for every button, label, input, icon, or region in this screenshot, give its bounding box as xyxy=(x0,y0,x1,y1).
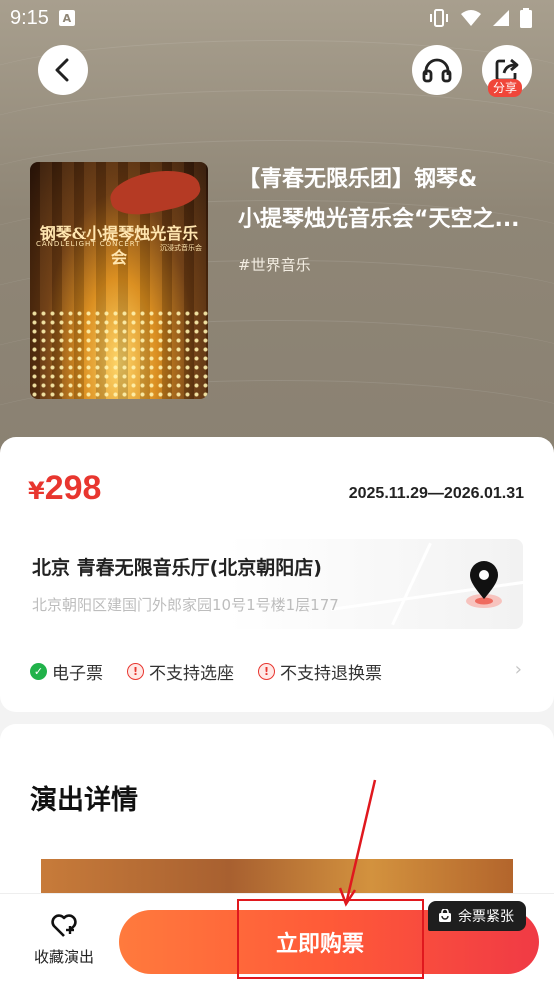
poster-subtitle-cn: 沉浸式音乐会 xyxy=(160,244,202,252)
venue-name: 北京 青春无限音乐厅(北京朝阳店) xyxy=(32,557,322,579)
headphones-icon xyxy=(422,58,452,83)
tag-e-ticket: ✓ 电子票 xyxy=(30,659,103,684)
poster-candles xyxy=(30,309,208,399)
shopping-bag-icon xyxy=(439,909,451,922)
ticket-tags[interactable]: ✓ 电子票 ! 不支持选座 ! 不支持退换票 xyxy=(30,659,406,684)
status-bar: 9:15 A xyxy=(0,0,554,36)
tag-no-seat-selection: ! 不支持选座 xyxy=(127,659,234,684)
scarcity-badge: 余票紧张 xyxy=(428,901,526,931)
annotation-highlight-box xyxy=(237,899,424,979)
exclamation-icon: ! xyxy=(127,663,144,680)
tag-no-refund: ! 不支持退换票 xyxy=(258,659,382,684)
info-card: ¥298 2025.11.29—2026.01.31 北京 青春无限音乐厅(北京… xyxy=(0,437,554,712)
venue-address: 北京朝阳区建国门外郎家园10号1号楼1层177 xyxy=(32,596,339,614)
scarcity-label: 余票紧张 xyxy=(458,909,514,925)
chevron-right-icon[interactable]: › xyxy=(515,659,522,680)
share-badge: 分享 xyxy=(488,79,523,97)
favorite-button[interactable]: 收藏演出 xyxy=(26,914,102,967)
show-poster[interactable]: 钢琴&小提琴烛光音乐会 CANDLELIGHT CONCERT 沉浸式音乐会 xyxy=(30,162,208,399)
signal-icon xyxy=(493,10,509,26)
price: ¥298 xyxy=(28,469,101,508)
annotation-arrow-icon xyxy=(338,779,377,907)
audio-button[interactable] xyxy=(412,45,462,95)
back-button[interactable] xyxy=(38,45,88,95)
date-range: 2025.11.29—2026.01.31 xyxy=(348,485,524,502)
check-icon: ✓ xyxy=(30,663,47,680)
price-symbol: ¥ xyxy=(28,477,45,505)
tag-label: 不支持选座 xyxy=(149,664,234,684)
heart-plus-icon xyxy=(51,914,77,937)
vibrate-icon xyxy=(430,9,448,27)
show-title-line-2: 小提琴烛光音乐会“天空之... xyxy=(238,207,520,232)
tag-label: 不支持退换票 xyxy=(280,664,382,684)
favorite-label: 收藏演出 xyxy=(33,948,94,966)
genre-tag[interactable]: #世界音乐 xyxy=(238,254,311,275)
chevron-left-icon xyxy=(55,58,69,82)
notification-icon: A xyxy=(58,10,75,26)
show-title: 【青春无限乐团】钢琴& 小提琴烛光音乐会“天空之... xyxy=(238,160,538,240)
details-title: 演出详情 xyxy=(30,785,138,816)
show-title-line-1: 【青春无限乐团】钢琴& xyxy=(238,167,478,192)
location-pin-icon xyxy=(466,561,502,608)
tag-label: 电子票 xyxy=(52,664,103,684)
map-road xyxy=(391,542,432,626)
exclamation-icon: ! xyxy=(258,663,275,680)
poster-subtitle: CANDLELIGHT CONCERT xyxy=(36,240,141,248)
wifi-icon xyxy=(461,10,481,26)
battery-icon xyxy=(520,8,532,28)
venue-box[interactable]: 北京 青春无限音乐厅(北京朝阳店) 北京朝阳区建国门外郎家园10号1号楼1层17… xyxy=(30,539,523,629)
price-value: 298 xyxy=(44,469,102,507)
status-time: 9:15 xyxy=(10,6,49,29)
